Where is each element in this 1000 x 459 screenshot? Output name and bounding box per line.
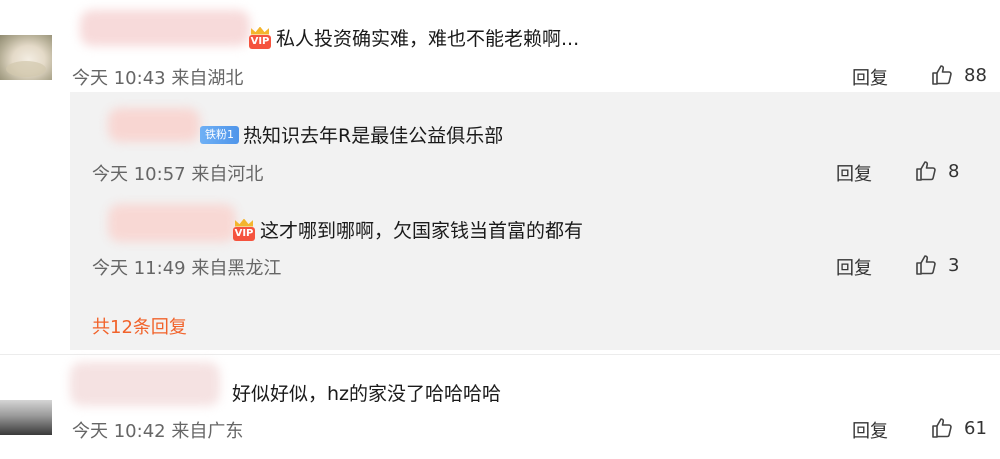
divider — [0, 354, 1000, 355]
reply-button[interactable]: 回复 — [852, 417, 888, 443]
like-button[interactable]: 3 — [914, 253, 959, 277]
reply-content: VIP 这才哪到哪啊，欠国家钱当首富的都有 — [232, 216, 583, 243]
fan-badge-icon: 铁粉1 — [200, 125, 239, 144]
comment-text: 私人投资确实难，难也不能老赖啊... — [276, 28, 580, 50]
avatar[interactable] — [0, 400, 52, 435]
username-blurred[interactable] — [108, 204, 236, 242]
reply-location: 来自黑龙江 — [191, 258, 282, 279]
like-count: 8 — [948, 160, 960, 182]
comment-content: 好似好似，hz的家没了哈哈哈哈 — [232, 379, 501, 406]
reply-button[interactable]: 回复 — [836, 160, 872, 186]
avatar[interactable] — [0, 35, 52, 80]
thumbs-up-icon — [916, 255, 936, 275]
vip-crown-icon: VIP — [232, 218, 256, 241]
thumbs-up-icon — [932, 65, 952, 85]
reply-location: 来自河北 — [191, 164, 264, 185]
username-blurred[interactable] — [80, 10, 250, 46]
like-button[interactable]: 8 — [914, 159, 959, 183]
reply-time: 今天 10:57 — [92, 164, 186, 185]
more-replies-link[interactable]: 共12条回复 — [92, 313, 187, 339]
reply-text: 这才哪到哪啊，欠国家钱当首富的都有 — [260, 220, 584, 242]
comment-text: 好似好似，hz的家没了哈哈哈哈 — [232, 383, 502, 405]
reply-button[interactable]: 回复 — [852, 64, 888, 90]
comment-content: VIP 私人投资确实难，难也不能老赖啊... — [248, 24, 579, 51]
username-blurred[interactable] — [108, 108, 200, 142]
comment-meta: 今天 10:42 来自广东 — [72, 417, 243, 443]
reply-time: 今天 11:49 — [92, 258, 186, 279]
username-blurred[interactable] — [70, 362, 220, 406]
like-button[interactable]: 61 — [930, 416, 987, 440]
like-count: 3 — [948, 254, 960, 276]
thumbs-up-icon — [932, 418, 952, 438]
reply-meta: 今天 10:57 来自河北 — [92, 160, 263, 186]
reply-meta: 今天 11:49 来自黑龙江 — [92, 254, 281, 280]
vip-crown-icon: VIP — [248, 26, 272, 49]
reply-text: 热知识去年R是最佳公益俱乐部 — [243, 125, 504, 147]
comment-location: 来自湖北 — [171, 68, 244, 89]
reply-content: 铁粉1 热知识去年R是最佳公益俱乐部 — [200, 121, 503, 148]
reply-button[interactable]: 回复 — [836, 254, 872, 280]
like-button[interactable]: 88 — [930, 63, 987, 87]
comment-time: 今天 10:43 — [72, 68, 166, 89]
comment-location: 来自广东 — [171, 421, 244, 442]
comment-meta: 今天 10:43 来自湖北 — [72, 64, 243, 90]
comment-time: 今天 10:42 — [72, 421, 166, 442]
thumbs-up-icon — [916, 161, 936, 181]
like-count: 61 — [964, 417, 987, 439]
like-count: 88 — [964, 64, 987, 86]
